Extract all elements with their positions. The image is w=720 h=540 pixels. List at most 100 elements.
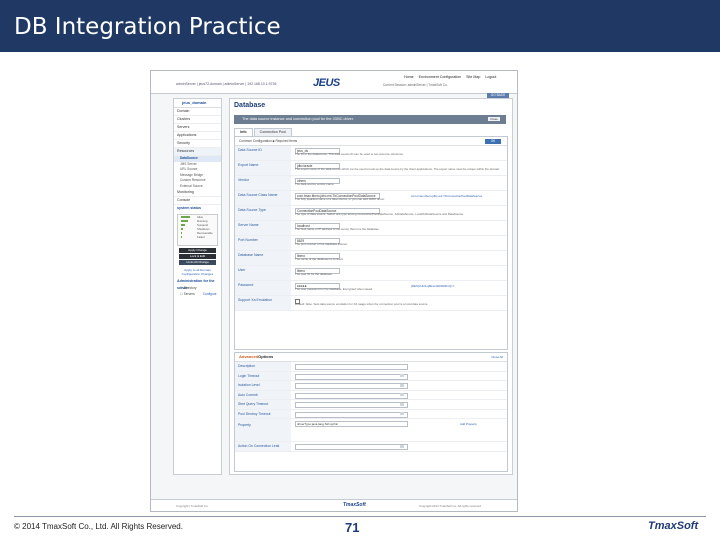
check-servers[interactable]: ☐ Servers Configure bbox=[174, 291, 221, 297]
close-button[interactable]: Close bbox=[488, 117, 500, 121]
form-row: Port Number 8629 The port number of the da… bbox=[235, 236, 507, 251]
advanced-input[interactable]: driverType:java.lang.String:thin bbox=[295, 421, 408, 427]
configure-link[interactable]: Configure bbox=[203, 292, 217, 296]
status-bar bbox=[181, 232, 183, 234]
form-row: Support Xa Emulation Default: false. Sets… bbox=[235, 296, 507, 311]
session-info: Current Session: adminServer | TmaxSoft … bbox=[383, 83, 448, 87]
advanced-input[interactable] bbox=[295, 364, 408, 370]
dropdown-arrow-icon[interactable] bbox=[400, 374, 404, 377]
advanced-label: Pool Destroy Timeout bbox=[235, 409, 291, 418]
ok-button[interactable]: OK bbox=[485, 138, 501, 144]
nav-sitemap[interactable]: Site Map bbox=[466, 75, 480, 79]
main-content: Database The data source instance and co… bbox=[229, 98, 513, 475]
advanced-input[interactable] bbox=[295, 444, 408, 450]
system-status-box: Alive Running Suspend Shutdown Recoverab… bbox=[177, 214, 218, 246]
nav-logout[interactable]: Logout bbox=[485, 75, 496, 79]
field-description: The fully qualified name of a data sourc… bbox=[295, 198, 385, 201]
advanced-row: Auto Commit bbox=[235, 390, 507, 400]
field-label: Export Name bbox=[235, 161, 291, 175]
tab-info[interactable]: Info bbox=[234, 128, 253, 136]
nav-environment[interactable]: Environment Configuration bbox=[419, 75, 462, 79]
advanced-header[interactable]: AdvancedOptions Close All bbox=[235, 353, 507, 362]
datasource-form: Common Configuration ■ Required Items OK… bbox=[234, 136, 508, 350]
form-row: User tibero The user ID for the database. bbox=[235, 266, 507, 281]
sidebar-domain[interactable]: jeus_domain bbox=[174, 99, 221, 108]
field-label: Database Name bbox=[235, 251, 291, 265]
sidebar-item-applications[interactable]: Applications bbox=[174, 132, 221, 140]
tab-connection-pool[interactable]: Connection Pool bbox=[253, 128, 292, 136]
advanced-input[interactable] bbox=[295, 392, 408, 399]
form-rows: Data Source ID jeus_ds The ID of the datas… bbox=[235, 146, 507, 311]
console-screenshot: adminServer | jeus72-domain | adminServe… bbox=[150, 70, 518, 512]
slide-header: DB Integration Practice bbox=[0, 0, 720, 52]
undo-change-button[interactable]: Undo All Change bbox=[179, 260, 216, 265]
footer-brand: TmaxSoft bbox=[343, 502, 366, 508]
sidebar-item-security[interactable]: Security bbox=[174, 140, 221, 148]
console-footer: Copyright | TmaxSoft Co. TmaxSoft Copyri… bbox=[151, 499, 517, 511]
tab-bar: Info Connection Pool bbox=[234, 128, 292, 136]
apply-change-button[interactable]: Apply Change bbox=[179, 248, 216, 253]
field-description: The host name or IP address of the serve… bbox=[295, 228, 380, 231]
status-bar bbox=[181, 236, 182, 238]
admin-label: Administration for the server bbox=[177, 279, 215, 290]
advanced-row: Stmt Query Timeout bbox=[235, 400, 507, 410]
field-description: Default: false. Sets data source emulati… bbox=[295, 303, 429, 306]
add-property-link[interactable]: Add Property bbox=[460, 422, 477, 426]
field-description: The name of the database to connect. bbox=[295, 258, 344, 261]
top-nav: Home Environment Configuration Site Map … bbox=[404, 75, 500, 79]
dropdown-arrow-icon[interactable] bbox=[400, 444, 404, 448]
advanced-label: Action On Connection Leak bbox=[235, 442, 291, 451]
advanced-row: Property driverType:java.lang.String:thin… bbox=[235, 419, 507, 442]
nav-home[interactable]: Home bbox=[404, 75, 414, 79]
advanced-input[interactable] bbox=[295, 402, 408, 408]
info-banner: The data source instance and connection … bbox=[234, 115, 506, 124]
sidebar-item-monitoring[interactable]: Monitoring bbox=[174, 189, 221, 197]
slide-title: DB Integration Practice bbox=[14, 14, 281, 40]
sidebar-item-servers[interactable]: Servers bbox=[174, 124, 221, 132]
dropdown-arrow-icon[interactable] bbox=[400, 402, 404, 406]
field-label: Data Source Class Name bbox=[235, 191, 291, 205]
advanced-label: Isolation Level bbox=[235, 381, 291, 390]
dropdown-arrow-icon[interactable] bbox=[400, 383, 404, 387]
advanced-title: AdvancedOptions bbox=[239, 354, 274, 359]
advanced-options-panel: AdvancedOptions Close All Description Log… bbox=[234, 352, 508, 472]
advanced-row: Action On Connection Leak bbox=[235, 442, 507, 452]
field-label: Data Source Type bbox=[235, 206, 291, 220]
tmaxsoft-logo: TmaxSoft bbox=[648, 520, 699, 532]
field-description: The user ID for the database. bbox=[295, 273, 333, 276]
close-all-link[interactable]: Close All bbox=[491, 353, 503, 361]
form-row: Password ●●●●● {DES}cUknLqfIEvm0kK0R9mQ== T… bbox=[235, 281, 507, 296]
advanced-row: Description bbox=[235, 362, 507, 372]
advanced-input[interactable] bbox=[295, 373, 408, 380]
footer-right: Copyright 2014 TmaxSoft Co. All rights r… bbox=[419, 504, 481, 508]
advanced-input[interactable] bbox=[295, 411, 408, 418]
footer-divider bbox=[14, 516, 706, 517]
advanced-row: Login Timeout bbox=[235, 371, 507, 381]
advanced-row: Isolation Level bbox=[235, 381, 507, 391]
apply-all-link[interactable]: Apply to all Domain Configuration Change… bbox=[174, 266, 221, 278]
sidebar-item-resources[interactable]: Resources bbox=[174, 148, 221, 156]
dropdown-arrow-icon[interactable] bbox=[400, 412, 404, 415]
advanced-input[interactable] bbox=[295, 383, 408, 389]
page-title: Database bbox=[234, 102, 266, 109]
status-bar bbox=[181, 224, 185, 226]
dropdown-arrow-icon[interactable] bbox=[400, 393, 404, 396]
sidebar-item-domain[interactable]: Domain bbox=[174, 108, 221, 116]
field-description: The export name of the data source which… bbox=[295, 168, 500, 171]
field-description: The type of data source. Select one type… bbox=[295, 213, 464, 216]
status-bar bbox=[181, 228, 184, 230]
form-row: Vendor others The data source vendor name. bbox=[235, 176, 507, 191]
form-row: Data Source Type ConnectionPoolDataSource… bbox=[235, 206, 507, 221]
status-bar bbox=[181, 216, 190, 218]
lock-edit-button[interactable]: Lock & Edit bbox=[179, 254, 216, 259]
advanced-label: Description bbox=[235, 362, 291, 371]
form-toolbar: Common Configuration ■ Required Items OK bbox=[235, 137, 507, 146]
page-number: 71 bbox=[345, 520, 360, 535]
advanced-rows: Description Login Timeout Isolation Level A… bbox=[235, 362, 507, 452]
field-label: Server Name bbox=[235, 221, 291, 235]
sidebar-item-clusters[interactable]: Clusters bbox=[174, 116, 221, 124]
sidebar-item-console[interactable]: Console bbox=[174, 197, 221, 205]
form-row: Database Name tibero The name of the datab… bbox=[235, 251, 507, 266]
field-label: Data Source ID bbox=[235, 146, 291, 160]
jeus-logo: JEUS bbox=[313, 77, 340, 89]
